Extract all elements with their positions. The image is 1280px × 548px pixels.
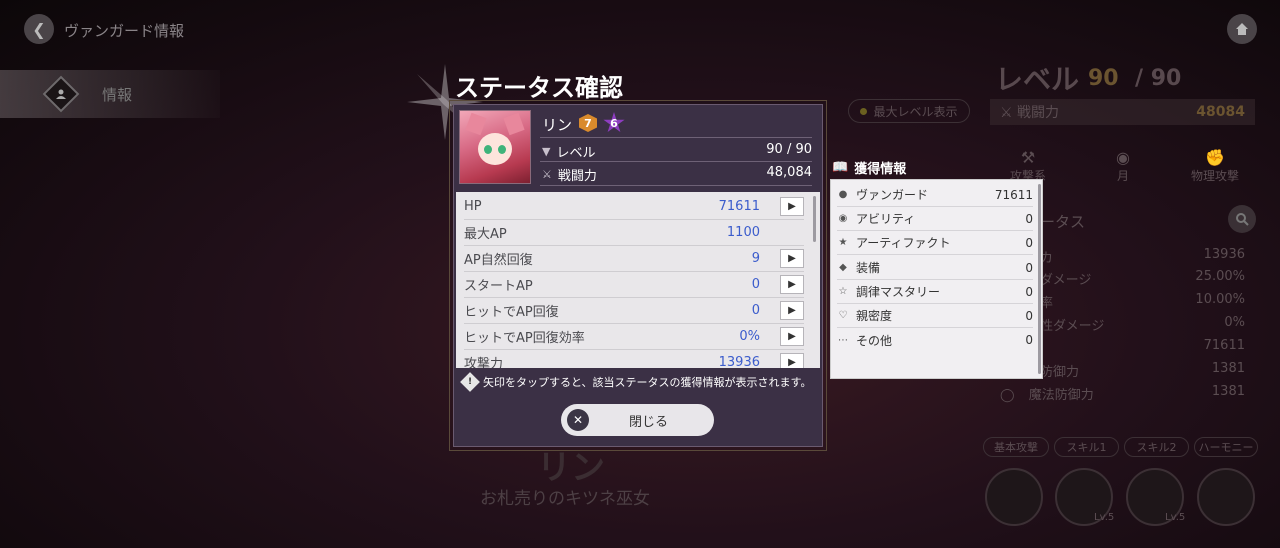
back-button[interactable]: ❮	[24, 14, 54, 44]
stat-row-hit-ap: ヒットでAP回復 0 ▶	[464, 298, 804, 324]
modal-character-name: リン	[542, 116, 573, 134]
modal-level-row: ▼ レベル 90 / 90	[542, 142, 812, 161]
acquisition-scrollbar[interactable]	[1038, 184, 1041, 374]
divider	[540, 161, 812, 162]
stats-scrollbar[interactable]	[813, 196, 816, 242]
heart-icon: ♡	[838, 310, 848, 321]
equipment-icon: ◆	[839, 262, 847, 273]
hammer-icon: ⚒	[1020, 148, 1036, 167]
attribute-physical-attack: ✊ 物理攻撃	[1180, 148, 1250, 184]
search-icon	[1236, 213, 1249, 226]
play-arrow-icon[interactable]: ▶	[780, 301, 804, 320]
shield-icon: ◯	[1000, 388, 1015, 403]
divider	[540, 185, 812, 186]
sidebar-item-info[interactable]: 情報	[0, 70, 220, 118]
sidebar-item-label: 情報	[102, 85, 133, 104]
acquisition-title: 📖 獲得情報	[832, 160, 907, 177]
acquisition-row-other: ⋯ その他 0	[838, 333, 1033, 348]
acquisition-row-artifact: ★ アーティファクト 0	[837, 231, 1033, 255]
acquisition-panel: ● ヴァンガード 71611 ◉ アビリティ 0 ★ アーティファクト 0 ◆ 装備 0 ☆ 調律…	[830, 179, 1043, 379]
play-arrow-icon[interactable]: ▶	[780, 353, 804, 368]
more-icon: ⋯	[838, 334, 848, 346]
swords-icon: ⚔	[1000, 105, 1013, 121]
hint-text: ! 矢印をタップすると、該当ステータスの獲得情報が表示されます。	[460, 372, 811, 392]
ability-icon: ◉	[838, 213, 848, 224]
acquisition-row-equipment: ◆ 装備 0	[837, 256, 1033, 280]
skill-icon-harmony[interactable]	[1197, 468, 1255, 526]
swords-icon: ⚔	[542, 168, 552, 181]
close-icon: ✕	[567, 409, 589, 431]
attribute-moon: ◉ 月	[1103, 148, 1143, 184]
stat-row-start-ap: スタートAP 0 ▶	[464, 272, 804, 298]
power-label: 戦闘力	[1017, 105, 1060, 121]
stat-row-hit-ap-efficiency: ヒットでAP回復効率 0% ▶	[464, 324, 804, 350]
tab-basic-attack[interactable]: 基本攻撃	[983, 437, 1049, 457]
stat-row-hp: HP 71611 ▶	[464, 194, 804, 220]
level-value: 90	[1088, 66, 1119, 91]
acquisition-row-mastery: ☆ 調律マスタリー 0	[837, 280, 1033, 304]
moon-icon: ◉	[1116, 148, 1130, 167]
play-arrow-icon[interactable]: ▶	[780, 197, 804, 216]
warning-icon: !	[460, 372, 480, 392]
play-arrow-icon[interactable]: ▶	[780, 249, 804, 268]
max-level-toggle[interactable]: 最大レベル表示	[848, 99, 970, 123]
stat-row-ap-regen: AP自然回復 9 ▶	[464, 246, 804, 272]
tab-harmony[interactable]: ハーモニー	[1194, 437, 1258, 457]
acquisition-row-affinity: ♡ 親密度 0	[837, 304, 1033, 328]
fist-icon: ✊	[1205, 148, 1225, 167]
stat-row-attack: 攻撃力 13936 ▶	[464, 350, 804, 368]
skill-icon-basic[interactable]	[985, 468, 1043, 526]
artifact-icon: ★	[838, 237, 848, 248]
tab-skill1[interactable]: スキル1	[1054, 437, 1119, 457]
home-icon	[1236, 23, 1248, 35]
person-icon: ●	[838, 189, 848, 200]
tab-skill2[interactable]: スキル2	[1124, 437, 1189, 457]
book-icon: 📖	[832, 160, 849, 175]
toggle-dot-icon	[860, 107, 868, 115]
close-button[interactable]: ✕ 閉じる	[561, 404, 714, 436]
power-bar: ⚔ 戦闘力 48084	[990, 99, 1255, 125]
play-arrow-icon[interactable]: ▶	[780, 275, 804, 294]
search-button[interactable]	[1228, 205, 1256, 233]
character-title: お札売りのキツネ巫女	[480, 489, 650, 509]
home-button[interactable]	[1227, 14, 1257, 44]
mastery-icon: ☆	[838, 286, 848, 297]
max-level-toggle-label: 最大レベル表示	[873, 104, 958, 119]
level-label: レベル	[995, 63, 1080, 96]
page-title: ヴァンガード情報	[64, 22, 185, 40]
acquisition-row-vanguard: ● ヴァンガード 71611	[837, 183, 1033, 207]
power-value: 48084	[1196, 104, 1245, 120]
status-header: ータス	[1040, 213, 1086, 231]
stat-row-max-ap: 最大AP 1100	[464, 220, 804, 246]
character-portrait	[459, 110, 531, 184]
divider	[540, 137, 812, 138]
stats-list[interactable]: HP 71611 ▶ 最大AP 1100 AP自然回復 9 ▶ スタートAP 0 ▶ ヒ…	[456, 192, 820, 368]
acquisition-row-ability: ◉ アビリティ 0	[837, 207, 1033, 231]
play-arrow-icon[interactable]: ▶	[780, 327, 804, 346]
back-arrow-icon: ❮	[32, 19, 46, 39]
skill1-level: Lv.5	[1094, 512, 1115, 523]
person-icon	[42, 75, 80, 113]
modal-title: ステータス確認	[455, 74, 623, 102]
bg-stat-row: ◯ 魔法防御力 1381	[1000, 384, 1245, 403]
level-max: / 90	[1135, 66, 1182, 91]
level-icon: ▼	[542, 145, 551, 158]
skill2-level: Lv.5	[1165, 512, 1186, 523]
modal-power-row: ⚔ 戦闘力 48,084	[542, 165, 812, 184]
